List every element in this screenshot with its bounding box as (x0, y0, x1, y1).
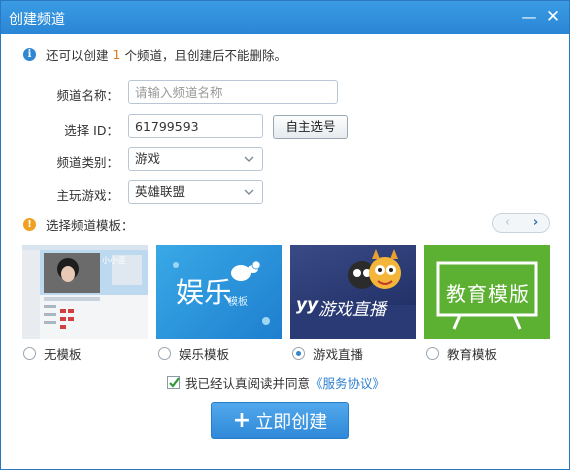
main-game-value: 英雄联盟 (135, 184, 186, 199)
title-bar[interactable]: 创建频道 — ✕ (1, 1, 569, 34)
channel-category-value: 游戏 (135, 151, 161, 166)
template-thumb-entertainment[interactable]: 娱乐 模板 (156, 245, 282, 339)
main-game-select[interactable]: 英雄联盟 (128, 180, 263, 204)
radio-button[interactable] (426, 347, 439, 360)
notice-count: 1 (112, 46, 121, 62)
template-label-none: 无模板 (44, 347, 82, 362)
template-label-education: 教育模板 (447, 347, 498, 362)
template-label-game-live: 游戏直播 (313, 347, 364, 362)
game-live-preview-art (290, 249, 416, 339)
radio-button-selected[interactable] (292, 347, 305, 360)
notice-prefix: 还可以创建 (46, 47, 109, 63)
template-radio-entertainment[interactable]: 娱乐模板 (158, 344, 229, 363)
thumb-game-live-brand: yy (296, 295, 319, 315)
template-thumb-game-live[interactable]: yy 游戏直播 (290, 245, 416, 339)
radio-button[interactable] (158, 347, 171, 360)
create-now-label: 立即创建 (255, 411, 328, 433)
thumb-game-live-title: 游戏直播 (318, 300, 386, 320)
template-thumb-education[interactable]: 教育模版 (424, 245, 550, 339)
self-select-id-button[interactable]: 自主选号 (273, 115, 348, 139)
thumb-entertainment-title: 娱乐 (176, 276, 233, 309)
check-icon (169, 377, 180, 388)
main-game-label: 主玩游戏： (56, 188, 119, 203)
exclamation-icon: ! (23, 217, 36, 231)
agreement-row: 我已经认真阅读并同意 《服务协议》 (167, 373, 385, 392)
agreement-text: 我已经认真阅读并同意 (185, 376, 311, 391)
channel-quota-notice: i 还可以创建 1 个频道，且创建后不能删除。 (23, 45, 287, 63)
pager-next-button[interactable]: › (521, 214, 550, 232)
thumb-none-nickname: 小小歪 (102, 256, 126, 265)
channel-name-label: 频道名称： (56, 88, 119, 103)
service-agreement-link[interactable]: 《服务协议》 (310, 373, 385, 392)
thumb-education-title: 教育模版 (446, 282, 530, 306)
channel-name-input[interactable] (128, 80, 338, 104)
channel-category-label: 频道类别： (56, 155, 119, 170)
chevron-down-icon (244, 156, 254, 162)
window-title: 创建频道 (9, 12, 65, 28)
minimize-button[interactable]: — (519, 7, 539, 27)
template-thumb-none[interactable]: 小小歪 (22, 245, 148, 339)
template-radio-none[interactable]: 无模板 (23, 344, 82, 363)
channel-category-select[interactable]: 游戏 (128, 147, 263, 171)
template-radio-education[interactable]: 教育模板 (426, 344, 497, 363)
create-now-button[interactable]: + 立即创建 (211, 402, 349, 439)
info-icon: i (23, 47, 36, 61)
channel-id-input[interactable] (128, 114, 263, 138)
thumb-entertainment-sub: 模板 (228, 297, 248, 308)
notice-suffix: 个频道，且创建后不能删除。 (124, 47, 287, 63)
create-channel-dialog: 创建频道 — ✕ i 还可以创建 1 个频道，且创建后不能删除。 频道名称： 选… (0, 0, 570, 470)
close-button[interactable]: ✕ (543, 7, 563, 27)
template-label-entertainment: 娱乐模板 (179, 347, 230, 362)
plus-icon: + (232, 407, 252, 433)
template-radio-game-live[interactable]: 游戏直播 (292, 344, 363, 363)
radio-button[interactable] (23, 347, 36, 360)
no-template-preview (22, 245, 148, 339)
pager-prev-button[interactable]: ‹ (493, 214, 522, 232)
template-pager: ‹ › (492, 213, 550, 233)
agreement-checkbox[interactable] (167, 376, 180, 389)
channel-id-label: 选择 ID： (64, 123, 119, 138)
chevron-down-icon (244, 189, 254, 195)
template-header-label: 选择频道模板： (46, 217, 134, 233)
template-section-header: ! 选择频道模板： (23, 215, 134, 233)
